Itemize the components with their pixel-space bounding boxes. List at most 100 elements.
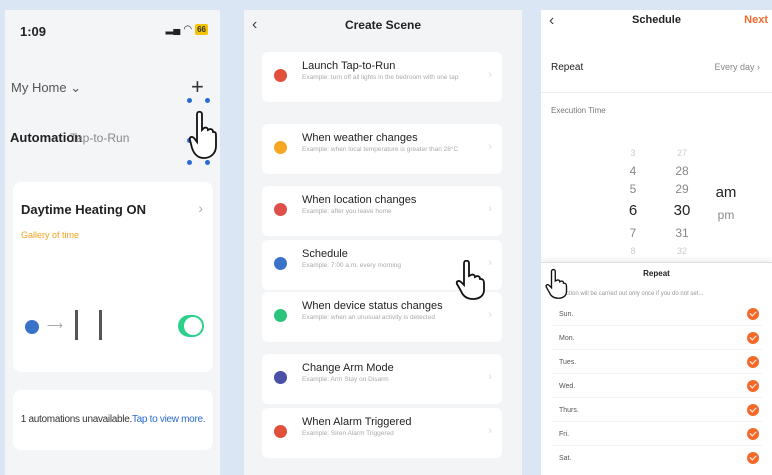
option-description: Example: Arm Stay on Disarm (302, 376, 389, 383)
day-checkbox[interactable] (747, 332, 759, 344)
battery-icon: 66 (195, 24, 208, 35)
tap-icon (274, 69, 287, 82)
selection-handle (205, 98, 210, 103)
picker-value: 28 (675, 164, 689, 178)
device-icon (99, 310, 102, 340)
option-title: When device status changes (302, 300, 443, 312)
shield-icon (274, 371, 287, 384)
scene-option-arm-mode[interactable]: Change Arm Mode Example: Arm Stay on Dis… (262, 354, 502, 404)
picker-value: 4 (629, 164, 637, 178)
add-scene-button[interactable]: + (191, 76, 204, 98)
home-label: My Home (11, 80, 67, 95)
chevron-right-icon: › (198, 200, 203, 216)
option-title: Change Arm Mode (302, 362, 394, 374)
picker-value: 3 (630, 148, 636, 158)
device-icon (274, 309, 287, 322)
unavailable-card[interactable]: 1 automations unavailable.Tap to view mo… (13, 390, 213, 450)
status-time: 1:09 (20, 24, 47, 39)
chevron-right-icon: › (488, 203, 492, 215)
option-description: Example: 7:00 a.m. every morning (302, 262, 401, 269)
day-label: Wed. (559, 383, 576, 390)
chevron-right-icon: › (488, 425, 492, 437)
sun-icon (274, 141, 287, 154)
clock-icon (274, 257, 287, 270)
picker-value: 5 (629, 182, 637, 196)
automation-subtitle: Gallery of time (21, 230, 80, 240)
day-checkbox[interactable] (747, 356, 759, 368)
day-label: Sat. (559, 455, 572, 462)
ampm-picker[interactable]: am pm (711, 180, 741, 224)
view-more-link[interactable]: Tap to view more. (132, 414, 206, 425)
hand-cursor-icon (545, 268, 568, 299)
automation-screen: 1:09 ▂▄ ◠ 66 My Home ⌄ + Automation Tap-… (5, 10, 220, 475)
arrow-right-icon: ⟶ (47, 320, 63, 332)
device-icon (75, 310, 78, 340)
scene-option-weather[interactable]: When weather changes Example: when local… (262, 124, 502, 174)
divider (551, 373, 762, 374)
day-label: Mon. (559, 335, 575, 342)
alarm-icon (274, 425, 287, 438)
chevron-right-icon: › (488, 141, 492, 153)
scene-option-location[interactable]: When location changes Example: after you… (262, 186, 502, 236)
day-label: Fri. (559, 431, 570, 438)
location-icon (274, 203, 287, 216)
hand-cursor-icon (455, 260, 485, 300)
picker-value: 31 (675, 226, 689, 240)
day-checkbox[interactable] (747, 380, 759, 392)
picker-value: 32 (676, 246, 687, 256)
scene-option-alarm[interactable]: When Alarm Triggered Example: Siren Alar… (262, 408, 502, 458)
repeat-value-text: Every day (714, 62, 755, 72)
repeat-sheet: ‹ Repeat ...ction will be carried out on… (541, 262, 772, 475)
day-checkbox[interactable] (747, 308, 759, 320)
next-button[interactable]: Next (744, 14, 768, 26)
home-selector[interactable]: My Home ⌄ (11, 80, 81, 96)
automation-card[interactable]: Daytime Heating ON › Gallery of time ⟶ (13, 182, 213, 372)
repeat-value[interactable]: Every day › (714, 62, 760, 72)
divider (551, 349, 762, 350)
option-description: Example: when an unusual activity is det… (302, 314, 435, 321)
day-checkbox[interactable] (747, 404, 759, 416)
schedule-screen: ‹ Schedule Next Repeat Every day › Execu… (541, 10, 772, 475)
scene-option-tap-to-run[interactable]: Launch Tap-to-Run Example: turn off all … (262, 52, 502, 102)
unavailable-text: 1 automations unavailable. (20, 414, 132, 425)
sheet-note: ...ction will be carried out only once i… (561, 291, 704, 297)
chevron-right-icon: › (488, 371, 492, 383)
sheet-title: Repeat (643, 269, 670, 278)
divider (551, 397, 762, 398)
divider (551, 421, 762, 422)
picker-value: 8 (630, 246, 636, 256)
clock-icon (25, 320, 39, 334)
tab-tap-to-run[interactable]: Tap-to-Run (70, 131, 129, 145)
option-description: Example: when local temperature is great… (302, 146, 459, 153)
option-title: When weather changes (302, 132, 418, 144)
automation-toggle[interactable] (178, 315, 204, 337)
day-label: Sun. (559, 311, 574, 318)
execution-time-label: Execution Time (551, 106, 606, 115)
picker-value: 29 (675, 182, 689, 196)
selection-handle (187, 98, 192, 103)
option-title: When Alarm Triggered (302, 416, 412, 428)
page-title: Create Scene (344, 18, 422, 32)
picker-value: 27 (676, 148, 687, 158)
repeat-label: Repeat (551, 62, 584, 73)
day-checkbox[interactable] (747, 428, 759, 440)
divider (551, 445, 762, 446)
divider (551, 325, 762, 326)
chevron-right-icon: › (488, 257, 492, 269)
day-checkbox[interactable] (747, 452, 759, 464)
signal-icon: ▂▄ (165, 24, 181, 35)
create-scene-screen: ‹ Create Scene Launch Tap-to-Run Example… (244, 10, 522, 475)
page-title: Schedule (632, 14, 681, 26)
option-description: Example: after you leave home (302, 208, 392, 215)
day-label: Tues. (559, 359, 577, 366)
option-description: Example: turn off all lights in the bedr… (302, 74, 459, 81)
option-description: Example: Siren Alarm Triggered (302, 430, 394, 437)
chevron-right-icon: › (488, 309, 492, 321)
option-title: Launch Tap-to-Run (302, 60, 396, 72)
selection-handle (187, 160, 192, 165)
option-title: When location changes (302, 194, 417, 206)
hour-picker[interactable]: 3 4 5 6 7 8 (623, 144, 643, 260)
picker-value: pm (717, 208, 735, 222)
chevron-right-icon: › (488, 69, 492, 81)
minute-picker[interactable]: 27 28 29 30 31 32 (669, 144, 695, 260)
